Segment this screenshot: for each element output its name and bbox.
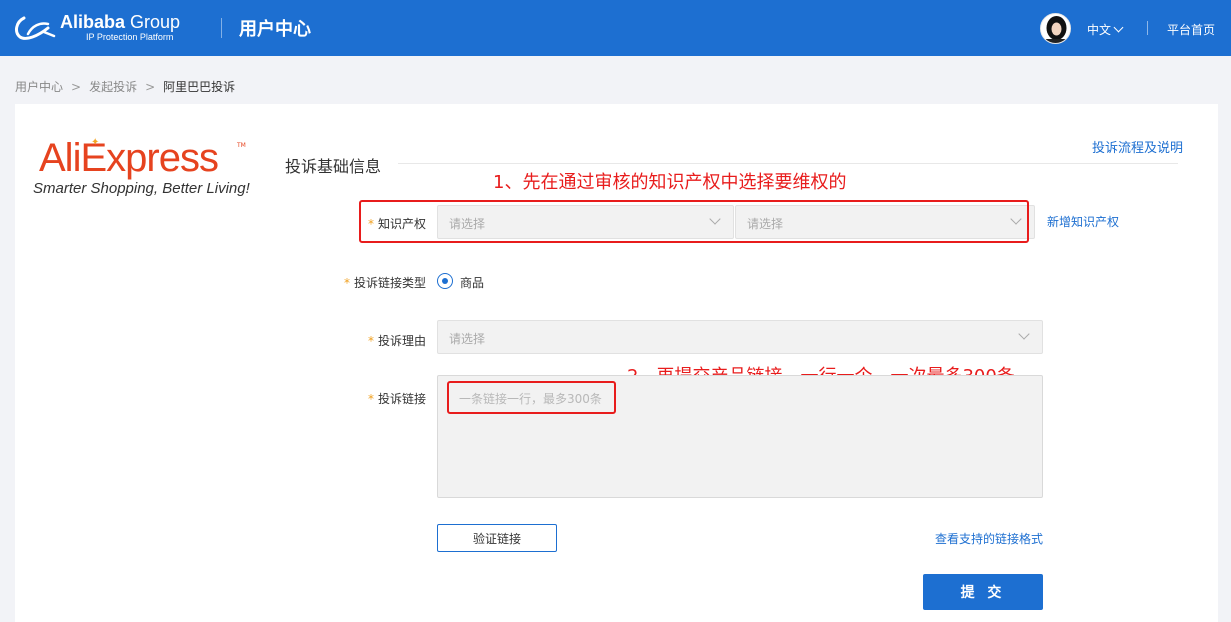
aliexpress-wordmark: AliExpress bbox=[39, 136, 219, 180]
breadcrumb-item-file-complaint[interactable]: 发起投诉 bbox=[89, 78, 137, 95]
header-divider bbox=[221, 18, 222, 38]
annotation-highlight-links bbox=[447, 381, 616, 414]
link-type-option-label[interactable]: 商品 bbox=[460, 274, 484, 291]
logo-brand-name: Alibaba bbox=[60, 12, 126, 32]
required-mark: * bbox=[368, 334, 374, 348]
submit-button[interactable]: 提 交 bbox=[923, 574, 1043, 610]
supported-formats-link[interactable]: 查看支持的链接格式 bbox=[935, 530, 1043, 547]
chevron-down-icon bbox=[1113, 22, 1124, 33]
breadcrumb-separator: > bbox=[145, 79, 156, 94]
aliexpress-logo: AliExpress ✦ TM Smarter Shopping, Better… bbox=[33, 136, 253, 206]
language-selector[interactable]: 中文 bbox=[1087, 21, 1124, 38]
links-field-label: * 投诉链接 bbox=[368, 390, 426, 407]
links-label-text: 投诉链接 bbox=[378, 392, 427, 406]
reason-label-text: 投诉理由 bbox=[378, 334, 427, 348]
link-type-label-text: 投诉链接类型 bbox=[354, 276, 427, 290]
user-avatar-icon bbox=[1041, 14, 1070, 43]
alibaba-logo-icon bbox=[15, 16, 56, 40]
select-placeholder: 请选择 bbox=[449, 332, 486, 346]
annotation-highlight-ip bbox=[359, 200, 1029, 243]
header-separator bbox=[1147, 21, 1148, 35]
logo-subtitle: IP Protection Platform bbox=[86, 32, 174, 42]
avatar[interactable] bbox=[1040, 13, 1071, 44]
top-header-bar: Alibaba Group IP Protection Platform 用户中… bbox=[0, 0, 1231, 56]
required-mark: * bbox=[344, 276, 350, 290]
breadcrumb-item-user-center[interactable]: 用户中心 bbox=[15, 78, 63, 95]
logo-brand-group: Group bbox=[125, 12, 181, 32]
trademark-mark: TM bbox=[237, 142, 246, 149]
link-type-radio-product[interactable] bbox=[437, 273, 453, 289]
annotation-step-1: 1、先在通过审核的知识产权中选择要维权的 bbox=[493, 172, 847, 193]
alibaba-group-logo[interactable]: Alibaba Group IP Protection Platform bbox=[14, 12, 199, 44]
platform-home-link[interactable]: 平台首页 bbox=[1167, 21, 1215, 38]
breadcrumb: 用户中心 > 发起投诉 > 阿里巴巴投诉 bbox=[15, 78, 235, 95]
section-title: 投诉基础信息 bbox=[285, 157, 382, 176]
breadcrumb-item-current: 阿里巴巴投诉 bbox=[163, 80, 236, 94]
reason-field-label: * 投诉理由 bbox=[368, 332, 426, 349]
link-type-label: * 投诉链接类型 bbox=[344, 274, 426, 291]
add-ip-link[interactable]: 新增知识产权 bbox=[1047, 213, 1119, 230]
aliexpress-slogan: Smarter Shopping, Better Living! bbox=[33, 180, 250, 197]
breadcrumb-separator: > bbox=[71, 79, 82, 94]
section-divider bbox=[398, 163, 1178, 164]
required-mark: * bbox=[368, 392, 374, 406]
language-label: 中文 bbox=[1087, 23, 1112, 37]
reason-select[interactable]: 请选择 bbox=[437, 320, 1043, 354]
chevron-down-icon bbox=[1018, 328, 1030, 340]
header-title: 用户中心 bbox=[239, 19, 311, 40]
verify-links-button[interactable]: 验证链接 bbox=[437, 524, 557, 552]
logo-text: Alibaba Group bbox=[60, 12, 180, 33]
star-icon: ✦ bbox=[91, 137, 100, 148]
complaint-flow-link[interactable]: 投诉流程及说明 bbox=[1092, 137, 1183, 156]
